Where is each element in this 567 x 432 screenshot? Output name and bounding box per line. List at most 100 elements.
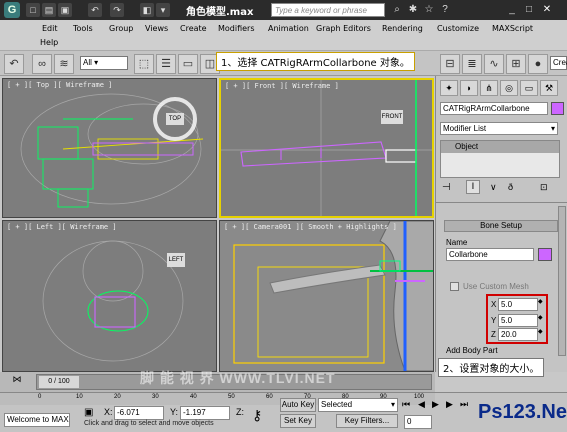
- prev-frame-icon[interactable]: ◀: [418, 399, 425, 410]
- hierarchy-tab-icon[interactable]: ⋔: [480, 80, 498, 96]
- center-watermark: 脚 能 视 界 WWW.TLVI.NET: [140, 370, 336, 386]
- menu-animation[interactable]: Animation: [268, 24, 309, 33]
- bone-name-field[interactable]: Collarbone: [446, 248, 534, 261]
- viewport-left-label[interactable]: [ + ][ Left ][ Wireframe ]: [7, 223, 117, 231]
- object-color-swatch[interactable]: [551, 102, 564, 115]
- undo-icon[interactable]: ↶: [88, 3, 102, 17]
- goto-start-icon[interactable]: ⏮: [402, 399, 410, 410]
- curve-editor-icon[interactable]: ∿: [484, 54, 504, 74]
- search-icon[interactable]: ⌕: [390, 3, 404, 17]
- show-end-result-icon[interactable]: Ⅰ: [466, 180, 480, 194]
- modify-tab-icon[interactable]: ◗: [460, 80, 478, 96]
- set-key-button[interactable]: Set Key: [280, 414, 316, 428]
- select-object-icon[interactable]: ⬚: [134, 54, 154, 74]
- motion-tab-icon[interactable]: ◎: [500, 80, 518, 96]
- align-icon[interactable]: ⊟: [440, 54, 460, 74]
- configure-sets-icon[interactable]: ⊡: [540, 182, 548, 193]
- subscription-icon[interactable]: ✱: [406, 3, 420, 17]
- selection-filter-dropdown[interactable]: All ▾: [80, 56, 128, 70]
- fetch-icon[interactable]: ▾: [156, 3, 170, 17]
- schematic-view-icon[interactable]: ⊞: [506, 54, 526, 74]
- utilities-tab-icon[interactable]: ⚒: [540, 80, 558, 96]
- viewcube-front[interactable]: FRONT: [381, 110, 403, 124]
- next-frame-icon[interactable]: ▶: [446, 399, 453, 410]
- tick-60: 60: [266, 394, 273, 400]
- close-icon[interactable]: ✕: [540, 3, 554, 17]
- remove-modifier-icon[interactable]: ð: [508, 182, 513, 192]
- key-filters-button[interactable]: Key Filters...: [336, 414, 398, 428]
- name-label: Name: [446, 238, 468, 247]
- viewport-camera[interactable]: [ + ][ Camera001 ][ Smooth + Highlights …: [219, 220, 434, 372]
- viewport-top[interactable]: [ + ][ Top ][ Wireframe ] TOP: [2, 78, 217, 218]
- viewport-left[interactable]: [ + ][ Left ][ Wireframe ] LEFT: [2, 220, 217, 372]
- use-custom-mesh-checkbox[interactable]: [450, 282, 459, 291]
- viewcube-top[interactable]: TOP: [166, 113, 184, 125]
- current-frame-field[interactable]: 0: [404, 415, 432, 429]
- search-input[interactable]: Type a keyword or phrase: [271, 3, 385, 17]
- viewport-front[interactable]: [ + ][ Front ][ Wireframe ] FRONT: [219, 78, 434, 218]
- menu-views[interactable]: Views: [145, 24, 168, 33]
- open-file-icon[interactable]: ▤: [42, 3, 56, 17]
- menu-maxscript[interactable]: MAXScript: [492, 24, 533, 33]
- lock-selection-icon[interactable]: ▣: [84, 407, 93, 418]
- bind-space-warp-icon[interactable]: ≋: [54, 54, 74, 74]
- material-editor-icon[interactable]: ●: [528, 54, 548, 74]
- title-bar: G □ ▤ ▣ ↶ ↷ ◧ ▾ 角色模型.max Type a keyword …: [0, 0, 567, 20]
- panel-scrollbar[interactable]: [558, 206, 566, 356]
- set-key-mode-icon[interactable]: ⚷: [252, 407, 262, 424]
- viewport-camera-label[interactable]: [ + ][ Camera001 ][ Smooth + Highlights …: [224, 223, 397, 231]
- new-file-icon[interactable]: □: [26, 3, 40, 17]
- modifier-list-dropdown[interactable]: Modifier List ▾: [440, 122, 558, 135]
- undo-scene-icon[interactable]: ↶: [4, 54, 24, 74]
- x-coord-label: X:: [104, 407, 113, 417]
- minimize-icon[interactable]: _: [505, 3, 519, 17]
- menu-group[interactable]: Group: [109, 24, 133, 33]
- app-logo-icon[interactable]: G: [4, 2, 20, 18]
- rollout-title: Bone Setup: [480, 221, 522, 230]
- modifier-stack[interactable]: Object: [440, 140, 560, 178]
- object-name-field[interactable]: CATRigRArmCollarbone: [440, 102, 548, 115]
- menu-graph-editors[interactable]: Graph Editors: [316, 24, 371, 33]
- left-wireframe-drawing: [42, 240, 184, 362]
- make-unique-icon[interactable]: ∨: [490, 182, 497, 193]
- menu-create[interactable]: Create: [180, 24, 207, 33]
- tick-50: 50: [228, 394, 235, 400]
- redo-icon[interactable]: ↷: [110, 3, 124, 17]
- y-coord-field[interactable]: -1.197: [180, 406, 230, 420]
- display-tab-icon[interactable]: ▭: [520, 80, 538, 96]
- pin-stack-icon[interactable]: ⊣: [442, 182, 451, 193]
- frame-counter[interactable]: 0 / 100: [39, 376, 79, 388]
- layer-manager-icon[interactable]: ≣: [462, 54, 482, 74]
- region-select-icon[interactable]: ▭: [178, 54, 198, 74]
- viewport-front-label[interactable]: [ + ][ Front ][ Wireframe ]: [225, 82, 339, 90]
- stack-item-object[interactable]: Object: [441, 141, 559, 153]
- status-bar: 0 10 20 30 40 50 60 70 80 90 100 Welcome…: [0, 392, 567, 432]
- menu-edit[interactable]: Edit: [42, 24, 58, 33]
- hold-icon[interactable]: ◧: [140, 3, 154, 17]
- link-icon[interactable]: ∞: [32, 54, 52, 74]
- menu-rendering[interactable]: Rendering: [382, 24, 423, 33]
- maxscript-listener[interactable]: Welcome to MAX: [4, 413, 70, 427]
- save-file-icon[interactable]: ▣: [58, 3, 72, 17]
- bone-setup-rollout-header[interactable]: Bone Setup: [444, 220, 558, 232]
- select-by-name-icon[interactable]: ☰: [156, 54, 176, 74]
- goto-end-icon[interactable]: ⏭: [460, 399, 468, 410]
- dropdown-arrow-icon: ▾: [550, 124, 555, 133]
- maximize-icon[interactable]: □: [522, 3, 536, 17]
- menu-tools[interactable]: Tools: [73, 24, 93, 33]
- track-view-icon[interactable]: ⋈: [2, 374, 32, 390]
- favorites-icon[interactable]: ☆: [422, 3, 436, 17]
- menu-customize[interactable]: Customize: [437, 24, 479, 33]
- menu-modifiers[interactable]: Modifiers: [218, 24, 255, 33]
- auto-key-button[interactable]: Auto Key: [280, 398, 316, 412]
- bone-color-swatch[interactable]: [538, 248, 552, 261]
- create-field[interactable]: Crea: [550, 56, 567, 70]
- create-tab-icon[interactable]: ✦: [440, 80, 458, 96]
- viewport-top-label[interactable]: [ + ][ Top ][ Wireframe ]: [7, 81, 112, 89]
- x-coord-field[interactable]: -6.071: [114, 406, 164, 420]
- viewcube-left[interactable]: LEFT: [167, 253, 185, 267]
- key-selection-dropdown[interactable]: Selected ▾: [318, 398, 398, 412]
- help-icon[interactable]: ?: [438, 3, 452, 17]
- play-icon[interactable]: ▶: [432, 399, 439, 410]
- menu-help[interactable]: Help: [40, 38, 58, 47]
